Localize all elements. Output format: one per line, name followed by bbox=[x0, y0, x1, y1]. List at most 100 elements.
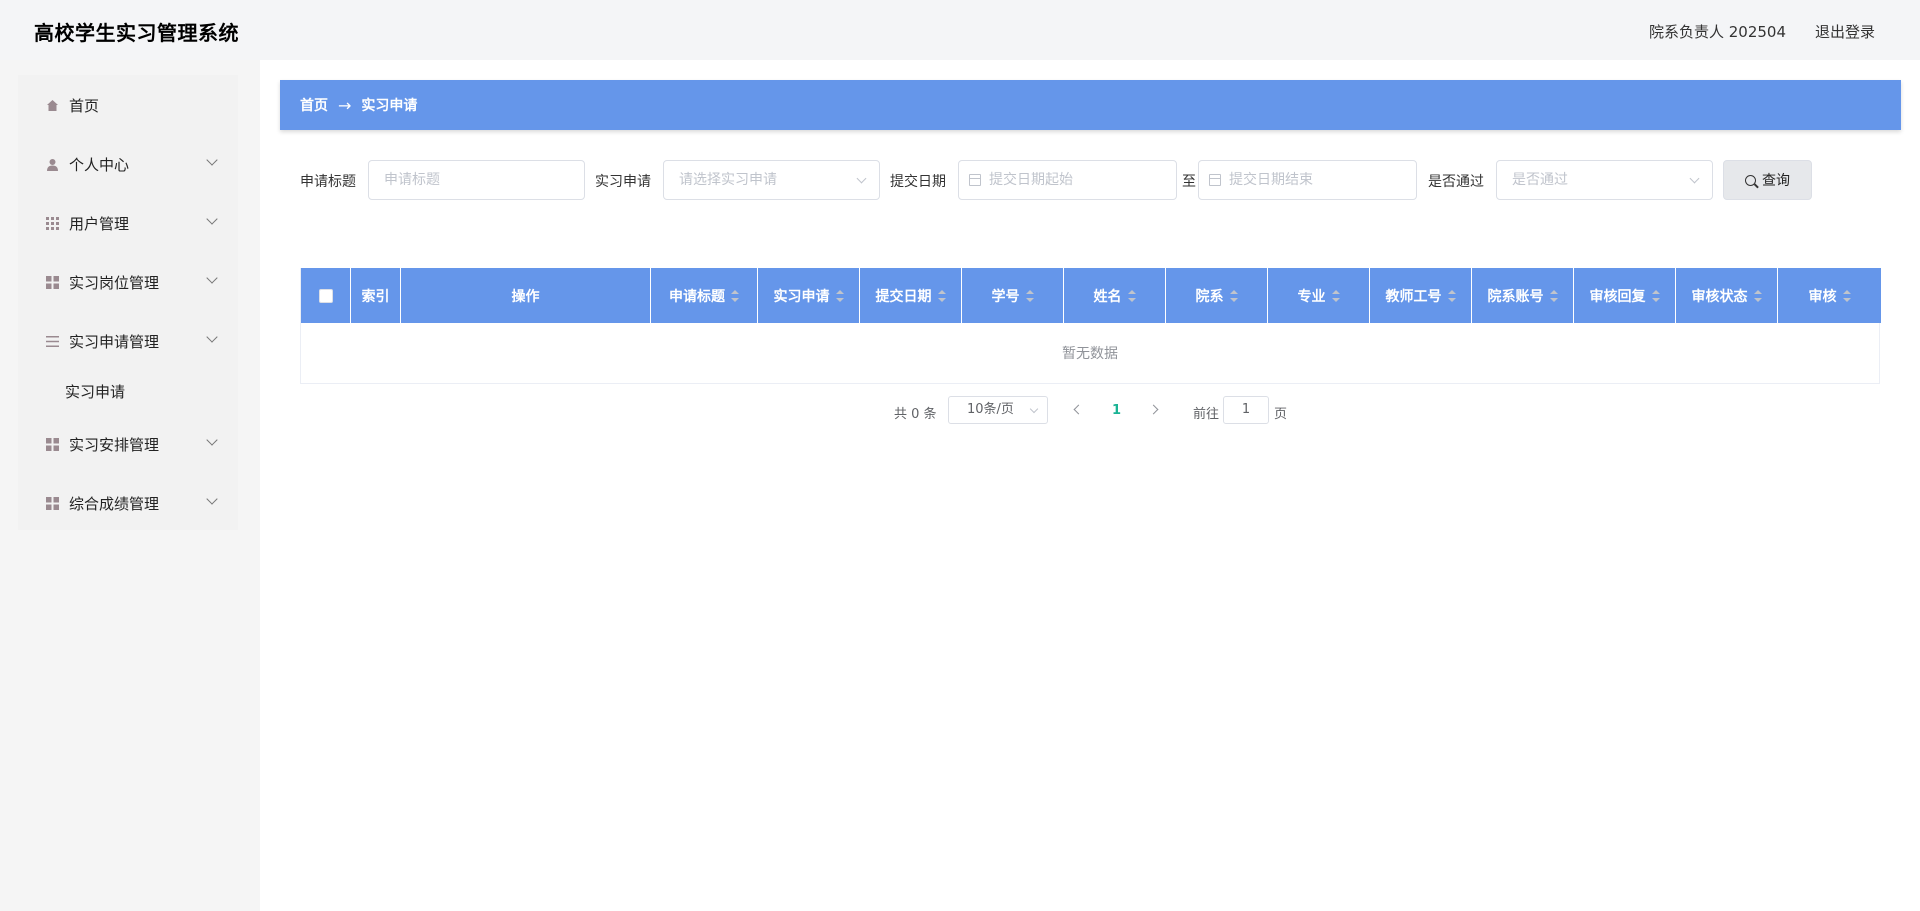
sidebar-subitem-label: 实习申请 bbox=[65, 383, 126, 401]
sort-icon[interactable] bbox=[731, 289, 739, 302]
pass-select-placeholder: 是否通过 bbox=[1512, 172, 1568, 188]
column-header-label: 院系 bbox=[1195, 288, 1224, 305]
pass-select[interactable]: 是否通过 bbox=[1496, 160, 1713, 200]
column-header-major[interactable]: 专业 bbox=[1268, 268, 1370, 323]
user-info: 院系负责人 202504 bbox=[1648, 23, 1786, 41]
column-header-dept-account[interactable]: 院系账号 bbox=[1472, 268, 1574, 323]
date-label: 提交日期 bbox=[890, 174, 946, 190]
sort-icon[interactable] bbox=[1025, 289, 1034, 302]
date-end-picker[interactable]: 提交日期结束 bbox=[1198, 160, 1417, 200]
date-start-picker[interactable]: 提交日期起始 bbox=[958, 160, 1177, 200]
column-header-label: 操作 bbox=[511, 288, 540, 305]
sidebar-item-label: 个人中心 bbox=[69, 155, 130, 174]
sidebar-subitem-application[interactable]: 实习申请 bbox=[18, 371, 238, 411]
column-header-student-id[interactable]: 学号 bbox=[962, 268, 1064, 323]
logout-button[interactable]: 退出登录 bbox=[1815, 21, 1875, 42]
next-page-button[interactable] bbox=[1148, 404, 1159, 415]
chevron-down-icon bbox=[1689, 173, 1700, 184]
breadcrumb-separator: → bbox=[338, 95, 352, 115]
sidebar-item-arrangements[interactable]: 实习安排管理 bbox=[18, 424, 238, 464]
query-button[interactable]: 查询 bbox=[1723, 160, 1812, 200]
chevron-down-icon bbox=[1029, 404, 1039, 414]
sidebar-item-users[interactable]: 用户管理 bbox=[18, 203, 238, 243]
chevron-down-icon bbox=[206, 272, 218, 284]
calendar-icon bbox=[1209, 174, 1221, 186]
sort-icon[interactable] bbox=[1651, 289, 1660, 302]
sidebar-item-label: 用户管理 bbox=[69, 214, 130, 233]
column-header-label: 申请标题 bbox=[669, 288, 725, 305]
column-header-label: 审核状态 bbox=[1691, 288, 1748, 305]
user-icon bbox=[45, 157, 59, 171]
sidebar-item-applications[interactable]: 实习申请管理 bbox=[18, 321, 238, 361]
sort-icon[interactable] bbox=[1753, 289, 1762, 302]
date-end-placeholder: 提交日期结束 bbox=[1229, 172, 1313, 188]
chevron-down-icon bbox=[206, 154, 218, 166]
column-header-review-reply[interactable]: 审核回复 bbox=[1574, 268, 1676, 323]
calendar-icon bbox=[969, 174, 981, 186]
sort-icon[interactable] bbox=[1549, 289, 1558, 302]
breadcrumb-home[interactable]: 首页 bbox=[300, 95, 328, 115]
data-table: 索引 操作 申请标题 实习申请 提交日期 学号 姓名 院系 专业 教师工号 院系… bbox=[300, 268, 1881, 384]
breadcrumb: 首页 → 实习申请 bbox=[280, 80, 1901, 130]
sort-icon[interactable] bbox=[835, 289, 844, 302]
app-title: 高校学生实习管理系统 bbox=[34, 21, 239, 45]
top-bar: 高校学生实习管理系统 院系负责人 202504 退出登录 bbox=[0, 0, 1920, 60]
query-button-label: 查询 bbox=[1762, 173, 1790, 189]
chevron-down-icon bbox=[206, 331, 218, 343]
column-header-label: 教师工号 bbox=[1385, 288, 1442, 305]
title-input[interactable]: 申请标题 bbox=[368, 160, 585, 200]
column-header-label: 院系账号 bbox=[1487, 288, 1544, 305]
column-header-title[interactable]: 申请标题 bbox=[651, 268, 758, 323]
sidebar-item-positions[interactable]: 实习岗位管理 bbox=[18, 262, 238, 302]
sort-icon[interactable] bbox=[1447, 289, 1456, 302]
column-header-index: 索引 bbox=[351, 268, 401, 323]
column-header-date[interactable]: 提交日期 bbox=[860, 268, 962, 323]
table-empty-text: 暂无数据 bbox=[1062, 346, 1118, 362]
apps-icon bbox=[45, 437, 59, 451]
sort-icon[interactable] bbox=[1229, 289, 1238, 302]
column-header-label: 审核 bbox=[1808, 288, 1837, 305]
apply-label: 实习申请 bbox=[595, 174, 651, 190]
apply-select-placeholder: 请选择实习申请 bbox=[679, 172, 777, 188]
sidebar-item-label: 首页 bbox=[69, 96, 100, 115]
prev-page-button[interactable] bbox=[1073, 404, 1084, 415]
sort-icon[interactable] bbox=[937, 289, 946, 302]
sidebar-item-label: 实习安排管理 bbox=[69, 435, 160, 454]
apps-icon bbox=[45, 275, 59, 289]
main-content: 首页 → 实习申请 申请标题 申请标题 实习申请 请选择实习申请 提交日期 提交… bbox=[260, 60, 1920, 911]
column-header-name[interactable]: 姓名 bbox=[1064, 268, 1166, 323]
column-header-label: 审核回复 bbox=[1589, 288, 1646, 305]
sidebar-item-home[interactable]: 首页 bbox=[18, 85, 238, 125]
column-header-review-status[interactable]: 审核状态 bbox=[1676, 268, 1778, 323]
select-all-cell bbox=[301, 268, 351, 323]
page-suffix-label: 页 bbox=[1274, 407, 1288, 422]
sidebar-item-label: 综合成绩管理 bbox=[69, 494, 160, 513]
column-header-apply[interactable]: 实习申请 bbox=[758, 268, 860, 323]
page-size-label: 10条/页 bbox=[967, 402, 1014, 417]
column-header-teacher-id[interactable]: 教师工号 bbox=[1370, 268, 1472, 323]
column-header-label: 提交日期 bbox=[875, 288, 932, 305]
column-header-department[interactable]: 院系 bbox=[1166, 268, 1268, 323]
list-icon bbox=[45, 334, 59, 348]
date-start-placeholder: 提交日期起始 bbox=[989, 172, 1073, 188]
table-header: 索引 操作 申请标题 实习申请 提交日期 学号 姓名 院系 专业 教师工号 院系… bbox=[301, 268, 1881, 323]
goto-page-input[interactable]: 1 bbox=[1223, 396, 1269, 424]
title-label: 申请标题 bbox=[300, 174, 356, 190]
sidebar-item-profile[interactable]: 个人中心 bbox=[18, 144, 238, 184]
apply-select[interactable]: 请选择实习申请 bbox=[663, 160, 880, 200]
select-all-checkbox[interactable] bbox=[318, 288, 333, 303]
sort-icon[interactable] bbox=[1331, 289, 1340, 302]
pass-label: 是否通过 bbox=[1428, 174, 1484, 190]
chevron-down-icon bbox=[206, 434, 218, 446]
sidebar-item-scores[interactable]: 综合成绩管理 bbox=[18, 483, 238, 523]
sidebar-item-label: 实习岗位管理 bbox=[69, 273, 160, 292]
breadcrumb-current: 实习申请 bbox=[361, 98, 418, 114]
chevron-down-icon bbox=[206, 493, 218, 505]
chevron-down-icon bbox=[206, 213, 218, 225]
column-header-label: 学号 bbox=[991, 288, 1020, 305]
sort-icon[interactable] bbox=[1842, 289, 1851, 302]
page-size-select[interactable]: 10条/页 bbox=[948, 396, 1048, 424]
column-header-review[interactable]: 审核 bbox=[1778, 268, 1881, 323]
page-number-current[interactable]: 1 bbox=[1112, 403, 1121, 418]
sort-icon[interactable] bbox=[1127, 289, 1136, 302]
